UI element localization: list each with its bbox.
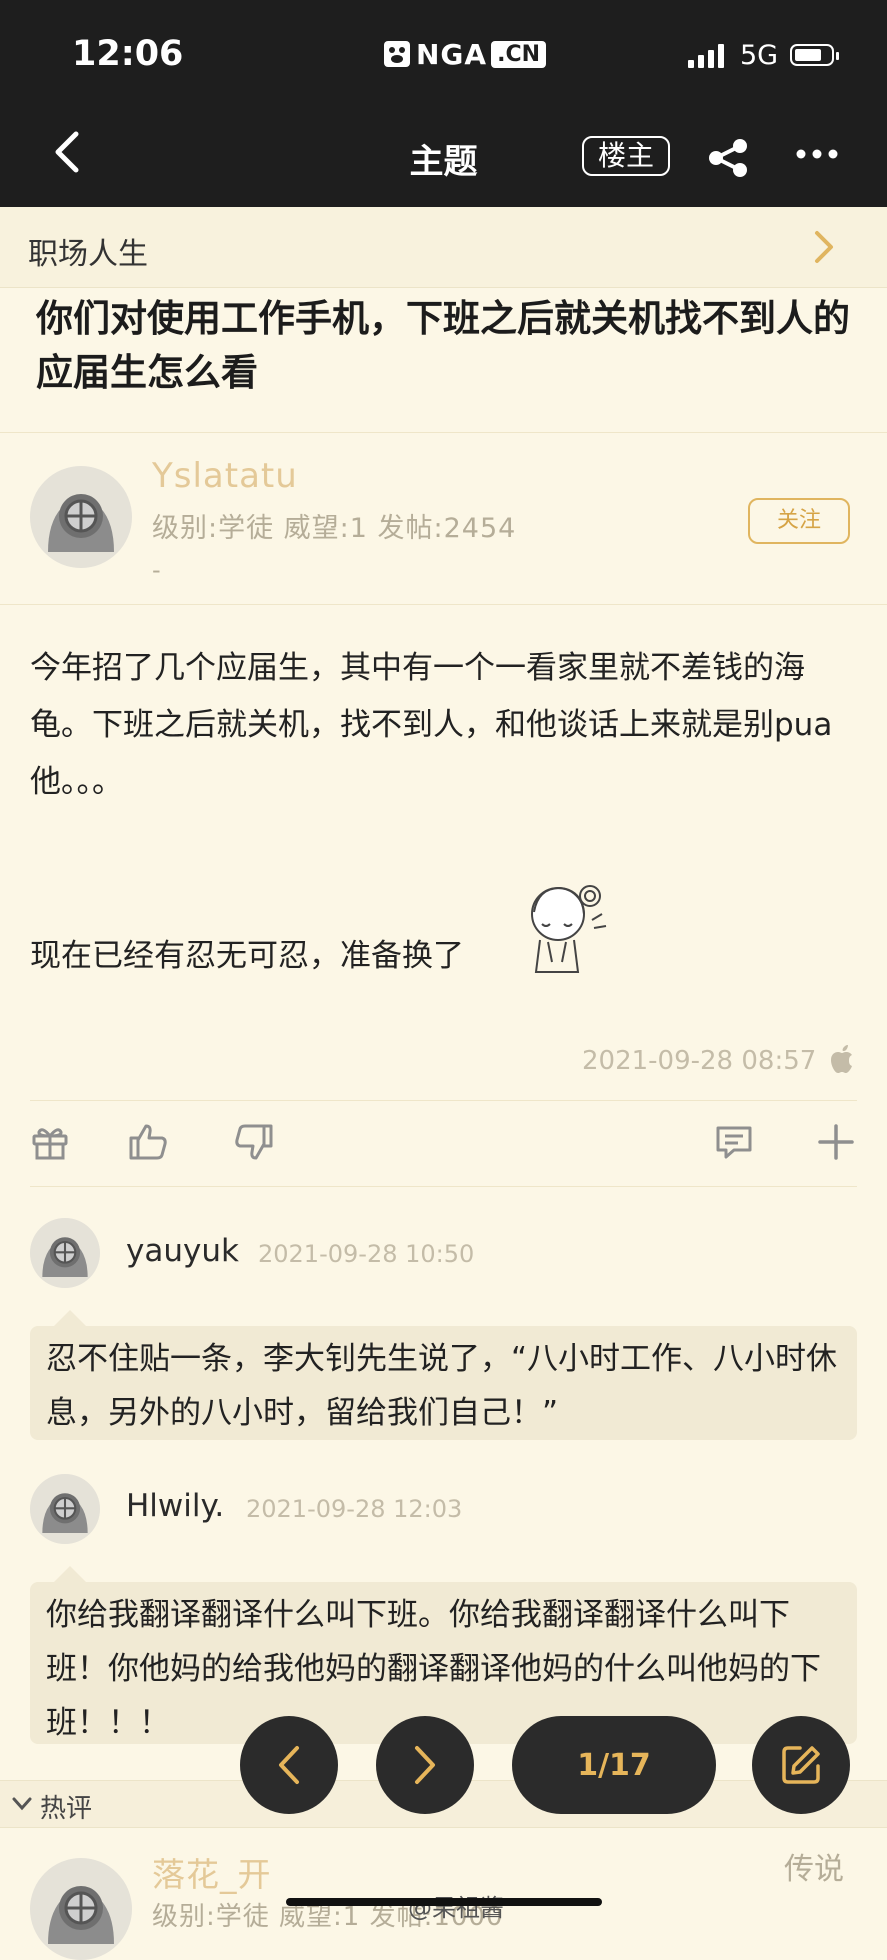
avatar[interactable] [30,466,132,568]
avatar[interactable] [30,1858,132,1960]
thumbs-down-icon [235,1124,273,1160]
thread-title: 你们对使用工作手机，下班之后就关机找不到人的应届生怎么看 [36,297,850,394]
op-only-button[interactable]: 楼主 [582,136,670,176]
next-page-button[interactable] [376,1716,474,1814]
chevron-right-icon [812,229,836,269]
divider [0,604,887,605]
edit-icon [782,1746,820,1784]
top-bar: 12:06 NGA .CN 5G 主题 楼主 [0,0,887,207]
more-button[interactable] [796,145,838,164]
post-body-line: 现在已经有忍无可忍，准备换了 [30,938,464,974]
reply-text: 忍不住贴一条，李大钊先生说了，“八小时工作、八小时休息，另外的八小时，留给我们自… [46,1341,838,1431]
page-indicator-button[interactable]: 1/17 [512,1716,716,1814]
category-bar[interactable]: 职场人生 [0,207,887,288]
avatar[interactable] [30,1218,100,1288]
comment-button[interactable] [714,1122,754,1166]
gift-button[interactable] [30,1122,70,1166]
diver-helmet-avatar-icon [30,1474,100,1544]
avatar[interactable] [30,1474,100,1544]
op-username[interactable]: Yslatatu [152,456,298,496]
reply-timestamp: 2021-09-28 10:50 [258,1240,475,1268]
divider [0,432,887,433]
comment-icon [716,1126,752,1159]
op-signature: - [152,556,161,584]
signal-icon [688,44,724,68]
bubble-pointer [54,1566,86,1582]
nga-logo: NGA .CN [382,36,547,72]
hot-username[interactable]: 落花_开 [152,1848,272,1896]
share-icon [709,139,747,177]
diver-helmet-avatar-icon [30,466,132,568]
network-type: 5G [740,40,779,71]
divider [30,1186,857,1187]
compose-button[interactable] [752,1716,850,1814]
home-indicator[interactable] [286,1898,602,1906]
share-button[interactable] [706,138,750,182]
diver-helmet-avatar-icon [30,1858,132,1960]
hot-comments-label: 热评 [40,1794,93,1824]
follow-button[interactable]: 关注 [748,498,850,544]
chevron-left-icon [279,1746,299,1784]
dislike-button[interactable] [232,1122,274,1166]
hot-user-rank: 传说 [784,1852,844,1887]
chevron-down-icon [12,1796,32,1815]
post-timestamp: 2021-09-28 08:57 [582,1046,817,1076]
prev-page-button[interactable] [240,1716,338,1814]
anime-girl-sticker-icon [531,885,607,973]
logo-text: NGA [416,37,488,71]
page-title: 主题 [409,142,478,182]
like-button[interactable] [128,1122,170,1166]
thumbs-up-icon [129,1124,167,1160]
gift-icon [32,1128,68,1160]
apple-device-icon [830,1044,856,1078]
divider [30,1100,857,1101]
reply-timestamp: 2021-09-28 12:03 [246,1495,463,1523]
post-body: 今年招了几个应届生，其中有一个一看家里就不差钱的海龟。下班之后就关机，找不到人，… [30,650,833,800]
reply-bubble: 忍不住贴一条，李大钊先生说了，“八小时工作、八小时休息，另外的八小时，留给我们自… [30,1326,857,1440]
sticker-image [508,872,618,986]
logo-domain: .CN [491,40,547,68]
diver-helmet-avatar-icon [30,1218,100,1288]
reply-username[interactable]: yauyuk [126,1233,239,1269]
more-dots-icon [796,149,838,159]
op-meta: 级别:学徒 威望:1 发帖:2454 [152,513,517,544]
bubble-pointer [54,1310,86,1326]
reply-username[interactable]: Hlwily. [126,1488,224,1524]
category-label: 职场人生 [28,237,148,272]
plus-icon [818,1124,854,1160]
battery-icon [790,44,839,66]
add-button[interactable] [816,1122,856,1166]
page-indicator: 1/17 [577,1747,651,1783]
paw-logo-icon [384,41,410,67]
chevron-right-icon [415,1746,435,1784]
status-time: 12:06 [72,34,184,74]
